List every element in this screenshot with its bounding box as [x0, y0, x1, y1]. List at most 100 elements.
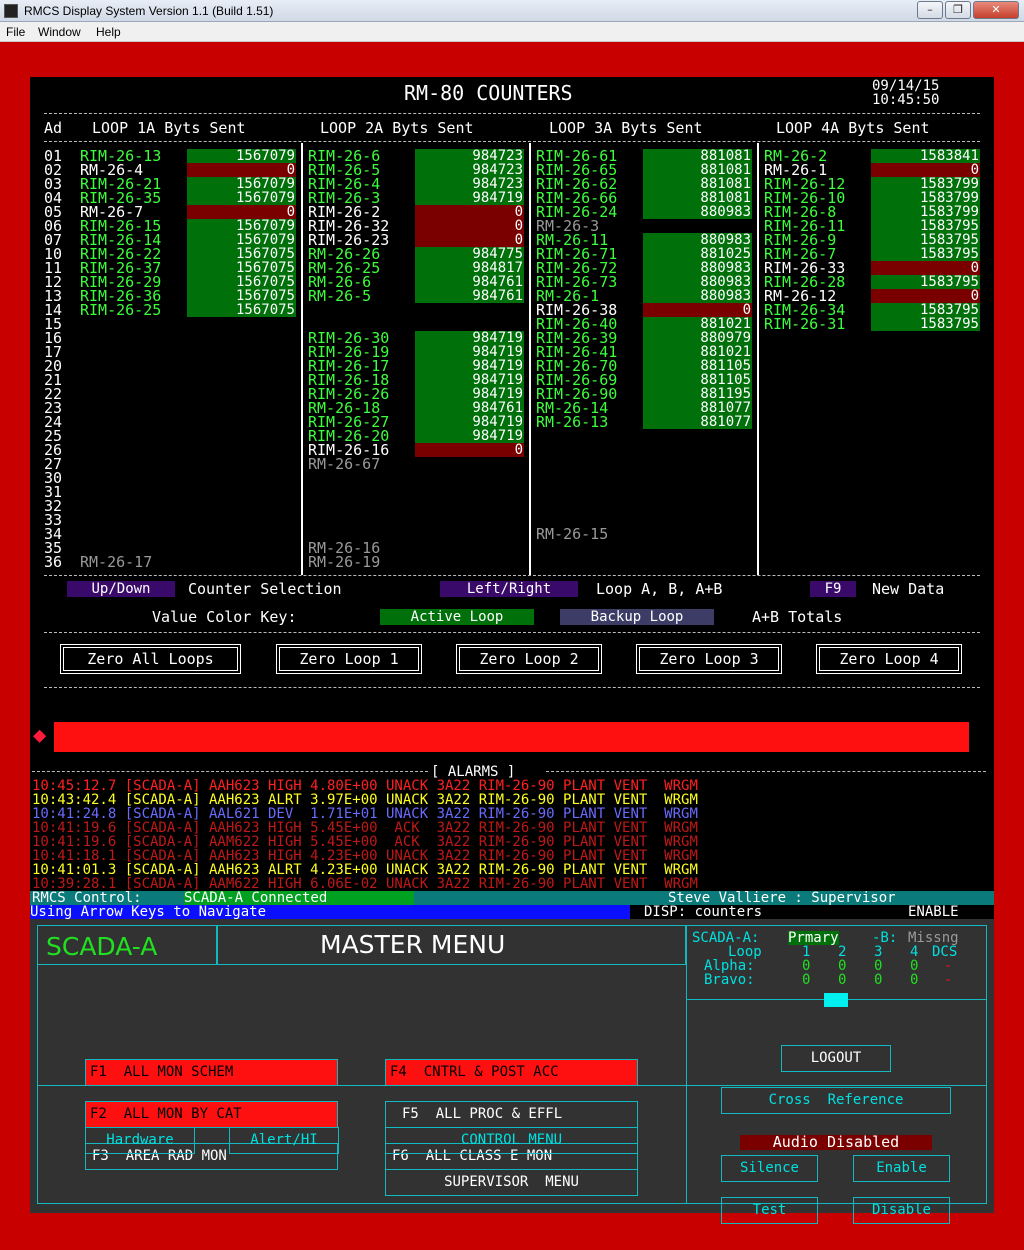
maximize-button[interactable]: ❐ [945, 1, 971, 19]
loop-num-3: 3 [874, 944, 883, 960]
loop2-counter-value: 984817 [415, 261, 524, 275]
alpha-loop-3: 0 [874, 958, 883, 974]
f4-label: F4 CNTRL & POST ACC [390, 1064, 559, 1080]
loop3-counter-value: 881021 [643, 317, 752, 331]
alarm-row[interactable]: 10:41:19.6 [SCADA-A] AAM622 HIGH 5.45E+0… [32, 835, 698, 849]
loop4-counter-value: 1583795 [871, 317, 980, 331]
zero-loop1-button[interactable]: Zero Loop 1 [276, 644, 422, 674]
loop2-counter-value: 984719 [415, 191, 524, 205]
scada-b-status: Missng [908, 930, 959, 946]
scada-a-status: Prmary [788, 930, 839, 946]
loop2-counter-name[interactable]: RM-26-67 [308, 457, 380, 472]
loop3-counter-name[interactable]: RM-26-15 [536, 527, 608, 542]
alpha-dcs: - [944, 958, 953, 974]
loop1-counter-name[interactable]: RIM-26-25 [80, 303, 161, 318]
bravo-loop-3: 0 [874, 972, 883, 988]
zero-loop4-button[interactable]: Zero Loop 4 [816, 644, 962, 674]
menu-file[interactable]: File [6, 25, 25, 39]
loop4-counter-value: 0 [871, 289, 980, 303]
loop3-counter-value: 881081 [643, 191, 752, 205]
loop1-counter-value: 1567079 [187, 191, 296, 205]
f1-all-mon-schem-button[interactable]: F1 ALL MON SCHEM [85, 1059, 338, 1086]
loop4-counter-value: 1583795 [871, 233, 980, 247]
alarm-row[interactable]: 10:41:19.6 [SCADA-A] AAH623 HIGH 5.45E+0… [32, 821, 698, 835]
f4-cntrl-post-acc-button[interactable]: F4 CNTRL & POST ACC [385, 1059, 638, 1086]
enable-button[interactable]: Enable [853, 1155, 950, 1182]
latest-alarm-level: HIGH [872, 840, 940, 873]
loop2-counter-value: 0 [415, 205, 524, 219]
loop3-counter-name[interactable]: RM-26-13 [536, 415, 608, 430]
close-button[interactable]: ✕ [973, 1, 1019, 19]
column-separator [529, 143, 531, 575]
f2-all-mon-by-cat-button[interactable]: F2 ALL MON BY CAT [85, 1101, 338, 1128]
divider [44, 141, 980, 142]
date-readout: 09/14/15 [872, 78, 940, 94]
alarm-row[interactable]: 10:45:12.7 [SCADA-A] AAH623 HIGH 4.80E+0… [32, 779, 698, 793]
loop2-header: LOOP 2A Byts Sent [320, 119, 474, 137]
page-title: RM-80 COUNTERS [404, 81, 573, 105]
loop4-counter-value: 1583795 [871, 303, 980, 317]
loop2-counter-value: 984761 [415, 401, 524, 415]
divider [44, 113, 980, 114]
alarm-row[interactable]: 10:41:24.8 [SCADA-A] AAL621 DEV 1.71E+01… [32, 807, 698, 821]
f5-all-proc-effl-button[interactable]: F5 ALL PROC & EFFL [385, 1101, 638, 1128]
key-leftright-desc: Loop A, B, A+B [596, 580, 723, 598]
loop3-counter-value: 881081 [643, 177, 752, 191]
loop4-counter-value: 1583799 [871, 191, 980, 205]
bravo-dcs: - [944, 972, 953, 988]
logout-button[interactable]: LOGOUT [781, 1045, 891, 1072]
loop3-counter-value: 881105 [643, 359, 752, 373]
hardware-button[interactable]: Hardware [85, 1127, 195, 1154]
menu-bar: File Window Help [0, 22, 1024, 42]
loop3-counter-value: 880983 [643, 261, 752, 275]
control-label: RMCS Control: [32, 890, 142, 906]
loop2-counter-name[interactable]: RM-26-5 [308, 289, 371, 304]
loop1-counter-value: 1567075 [187, 247, 296, 261]
menu-help[interactable]: Help [96, 25, 121, 39]
loop2-counter-value: 984723 [415, 149, 524, 163]
key-f9: F9 [810, 581, 856, 597]
loop4-counter-value: 1583799 [871, 205, 980, 219]
alpha-label: Alpha: [704, 958, 755, 974]
disable-button[interactable]: Disable [853, 1197, 950, 1224]
f2-label: F2 ALL MON BY CAT [90, 1106, 242, 1122]
divider [44, 575, 980, 576]
menu-window[interactable]: Window [38, 25, 81, 39]
loop3-header: LOOP 3A Byts Sent [549, 119, 703, 137]
loop2-counter-value: 984761 [415, 275, 524, 289]
loop2-counter-name[interactable]: RM-26-19 [308, 555, 380, 570]
loop4-header: LOOP 4A Byts Sent [776, 119, 930, 137]
loop2-counter-value: 984719 [415, 331, 524, 345]
scroll-handle[interactable] [824, 993, 848, 1007]
loop4-counter-name[interactable]: RIM-26-31 [764, 317, 845, 332]
silence-button[interactable]: Silence [721, 1155, 818, 1182]
loop1-counter-name[interactable]: RM-26-17 [80, 555, 152, 570]
loop-num-1: 1 [802, 944, 811, 960]
loop2-counter-value: 984719 [415, 359, 524, 373]
minimize-button[interactable]: – [917, 1, 943, 19]
zero-loop3-button[interactable]: Zero Loop 3 [636, 644, 782, 674]
zero-loop2-button[interactable]: Zero Loop 2 [456, 644, 602, 674]
alarm-row[interactable]: 10:39:28.1 [SCADA-A] AAM622 HIGH 6.06E-0… [32, 877, 698, 891]
control-value: SCADA-A Connected [184, 891, 414, 905]
alarm-row[interactable]: 10:43:42.4 [SCADA-A] AAH623 ALRT 3.97E+0… [32, 793, 698, 807]
loop1-counter-value: 0 [187, 205, 296, 219]
cross-reference-button[interactable]: Cross Reference [721, 1087, 951, 1114]
zero-all-loops-button[interactable]: Zero All Loops [60, 644, 241, 674]
loop-num-4: 4 [910, 944, 919, 960]
address-label: 36 [44, 553, 63, 571]
loop2-counter-value: 984719 [415, 415, 524, 429]
loop1-counter-value: 1567079 [187, 219, 296, 233]
key-f9-desc: New Data [872, 580, 945, 598]
loop4-counter-value: 0 [871, 261, 980, 275]
divider [546, 771, 986, 772]
test-button[interactable]: Test [721, 1197, 818, 1224]
supervisor-menu-button[interactable]: SUPERVISOR MENU [385, 1169, 638, 1196]
alarm-row[interactable]: 10:41:18.1 [SCADA-A] AAH623 HIGH 4.23E+0… [32, 849, 698, 863]
control-menu-button[interactable]: CONTROL MENU [385, 1127, 638, 1154]
alert-hi-button[interactable]: Alert/HI [229, 1127, 339, 1154]
latest-alarm-bar[interactable]: 10:45:12.7 AAH623 4.80E+00 HIGH [54, 722, 969, 872]
addr-header: Ad [44, 119, 63, 137]
alarm-row[interactable]: 10:41:01.3 [SCADA-A] AAH623 ALRT 4.23E+0… [32, 863, 698, 877]
bravo-label: Bravo: [704, 972, 755, 988]
